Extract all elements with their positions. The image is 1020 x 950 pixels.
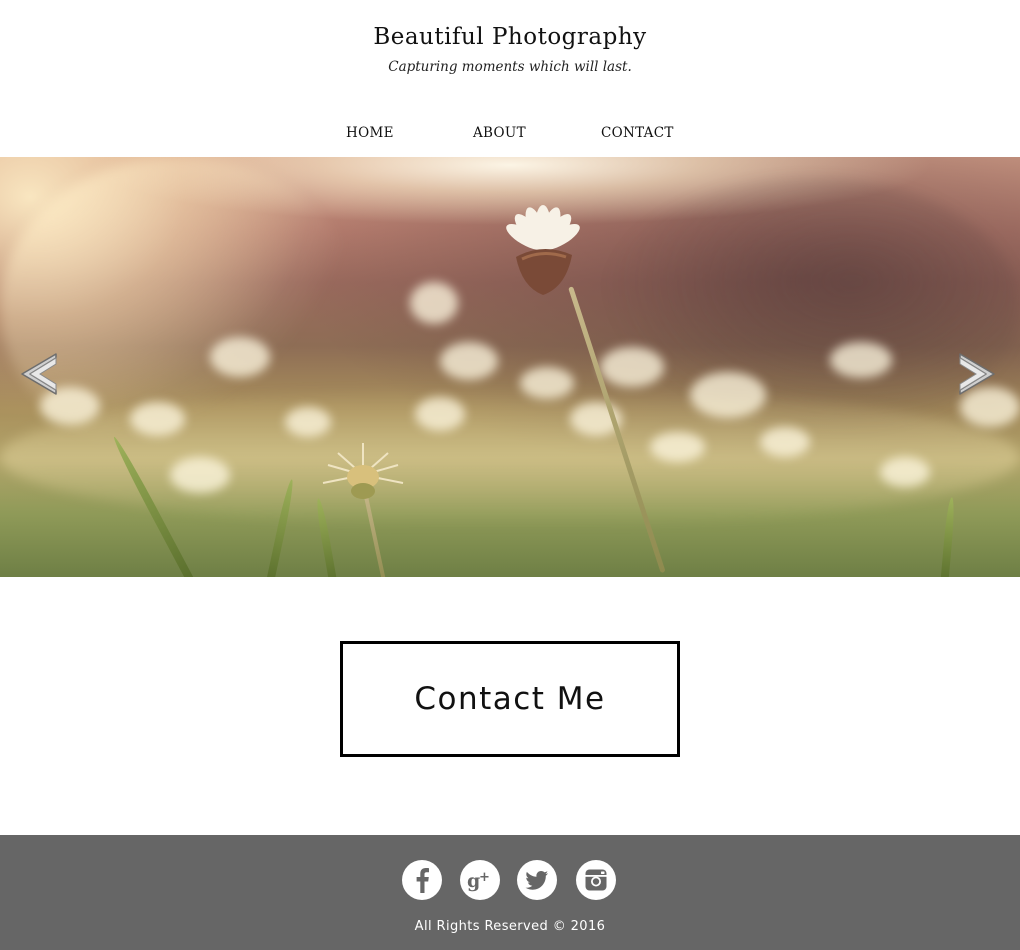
google-plus-icon: g +: [467, 870, 490, 892]
site-footer: g + All Rights Reserved © 2016: [0, 835, 1020, 950]
slider-prev-button[interactable]: [18, 352, 58, 396]
svg-text:+: +: [479, 870, 490, 885]
hero-slider: [0, 157, 1020, 577]
twitter-icon: [525, 871, 548, 890]
chevron-right-icon: [959, 353, 995, 395]
facebook-icon: [416, 868, 429, 893]
nav-item-about[interactable]: ABOUT: [473, 125, 526, 141]
contact-me-label: Contact Me: [414, 681, 606, 717]
twitter-link[interactable]: [517, 860, 557, 900]
facebook-link[interactable]: [402, 860, 442, 900]
main-nav: HOME ABOUT CONTACT: [0, 125, 1020, 145]
nav-item-home[interactable]: HOME: [346, 125, 394, 141]
contact-me-button[interactable]: Contact Me: [340, 641, 680, 757]
nav-item-contact[interactable]: CONTACT: [601, 125, 674, 141]
site-title: Beautiful Photography: [373, 24, 647, 50]
slider-next-button[interactable]: [958, 352, 998, 396]
copyright-text: All Rights Reserved © 2016: [414, 919, 606, 934]
site-tagline: Capturing moments which will last.: [388, 59, 632, 75]
instagram-link[interactable]: [576, 860, 616, 900]
instagram-icon: [585, 869, 607, 891]
chevron-left-icon: [21, 353, 57, 395]
slide-image: [0, 157, 1020, 577]
google-plus-link[interactable]: g +: [460, 860, 500, 900]
